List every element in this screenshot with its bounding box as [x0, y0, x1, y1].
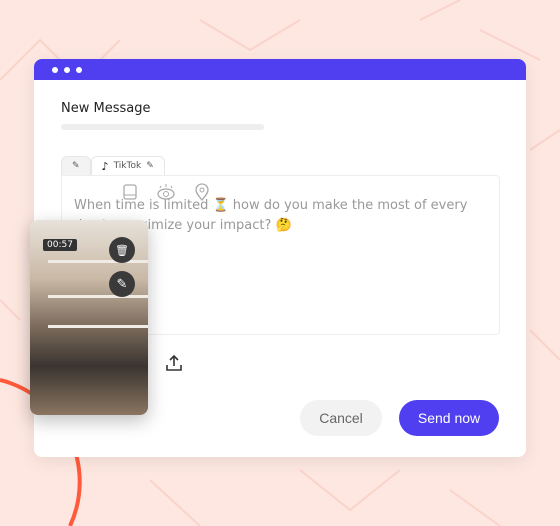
upload-icon[interactable] — [165, 354, 183, 372]
window-titlebar — [34, 59, 526, 80]
page-title: New Message — [61, 101, 151, 116]
book-icon[interactable] — [122, 183, 138, 201]
send-now-button[interactable]: Send now — [399, 400, 499, 436]
eye-icon[interactable] — [156, 183, 176, 201]
placeholder-bar — [61, 124, 264, 130]
edit-media-button[interactable]: ✎ — [109, 271, 135, 297]
tiktok-icon: ♪ — [101, 159, 109, 173]
video-thumbnail[interactable]: 00:57 🗑 ✎ — [30, 220, 148, 415]
pencil-icon: ✎ — [116, 276, 128, 292]
pencil-icon: ✎ — [146, 161, 154, 171]
tab-tiktok[interactable]: ♪ TikTok ✎ — [90, 156, 165, 175]
cancel-button[interactable]: Cancel — [300, 400, 382, 436]
trash-icon: 🗑 — [115, 243, 129, 257]
delete-media-button[interactable]: 🗑 — [109, 237, 135, 263]
tab-general[interactable]: ✎ — [61, 156, 91, 175]
video-duration: 00:57 — [43, 239, 77, 251]
location-pin-icon[interactable] — [194, 183, 210, 201]
pencil-icon: ✎ — [72, 161, 80, 171]
